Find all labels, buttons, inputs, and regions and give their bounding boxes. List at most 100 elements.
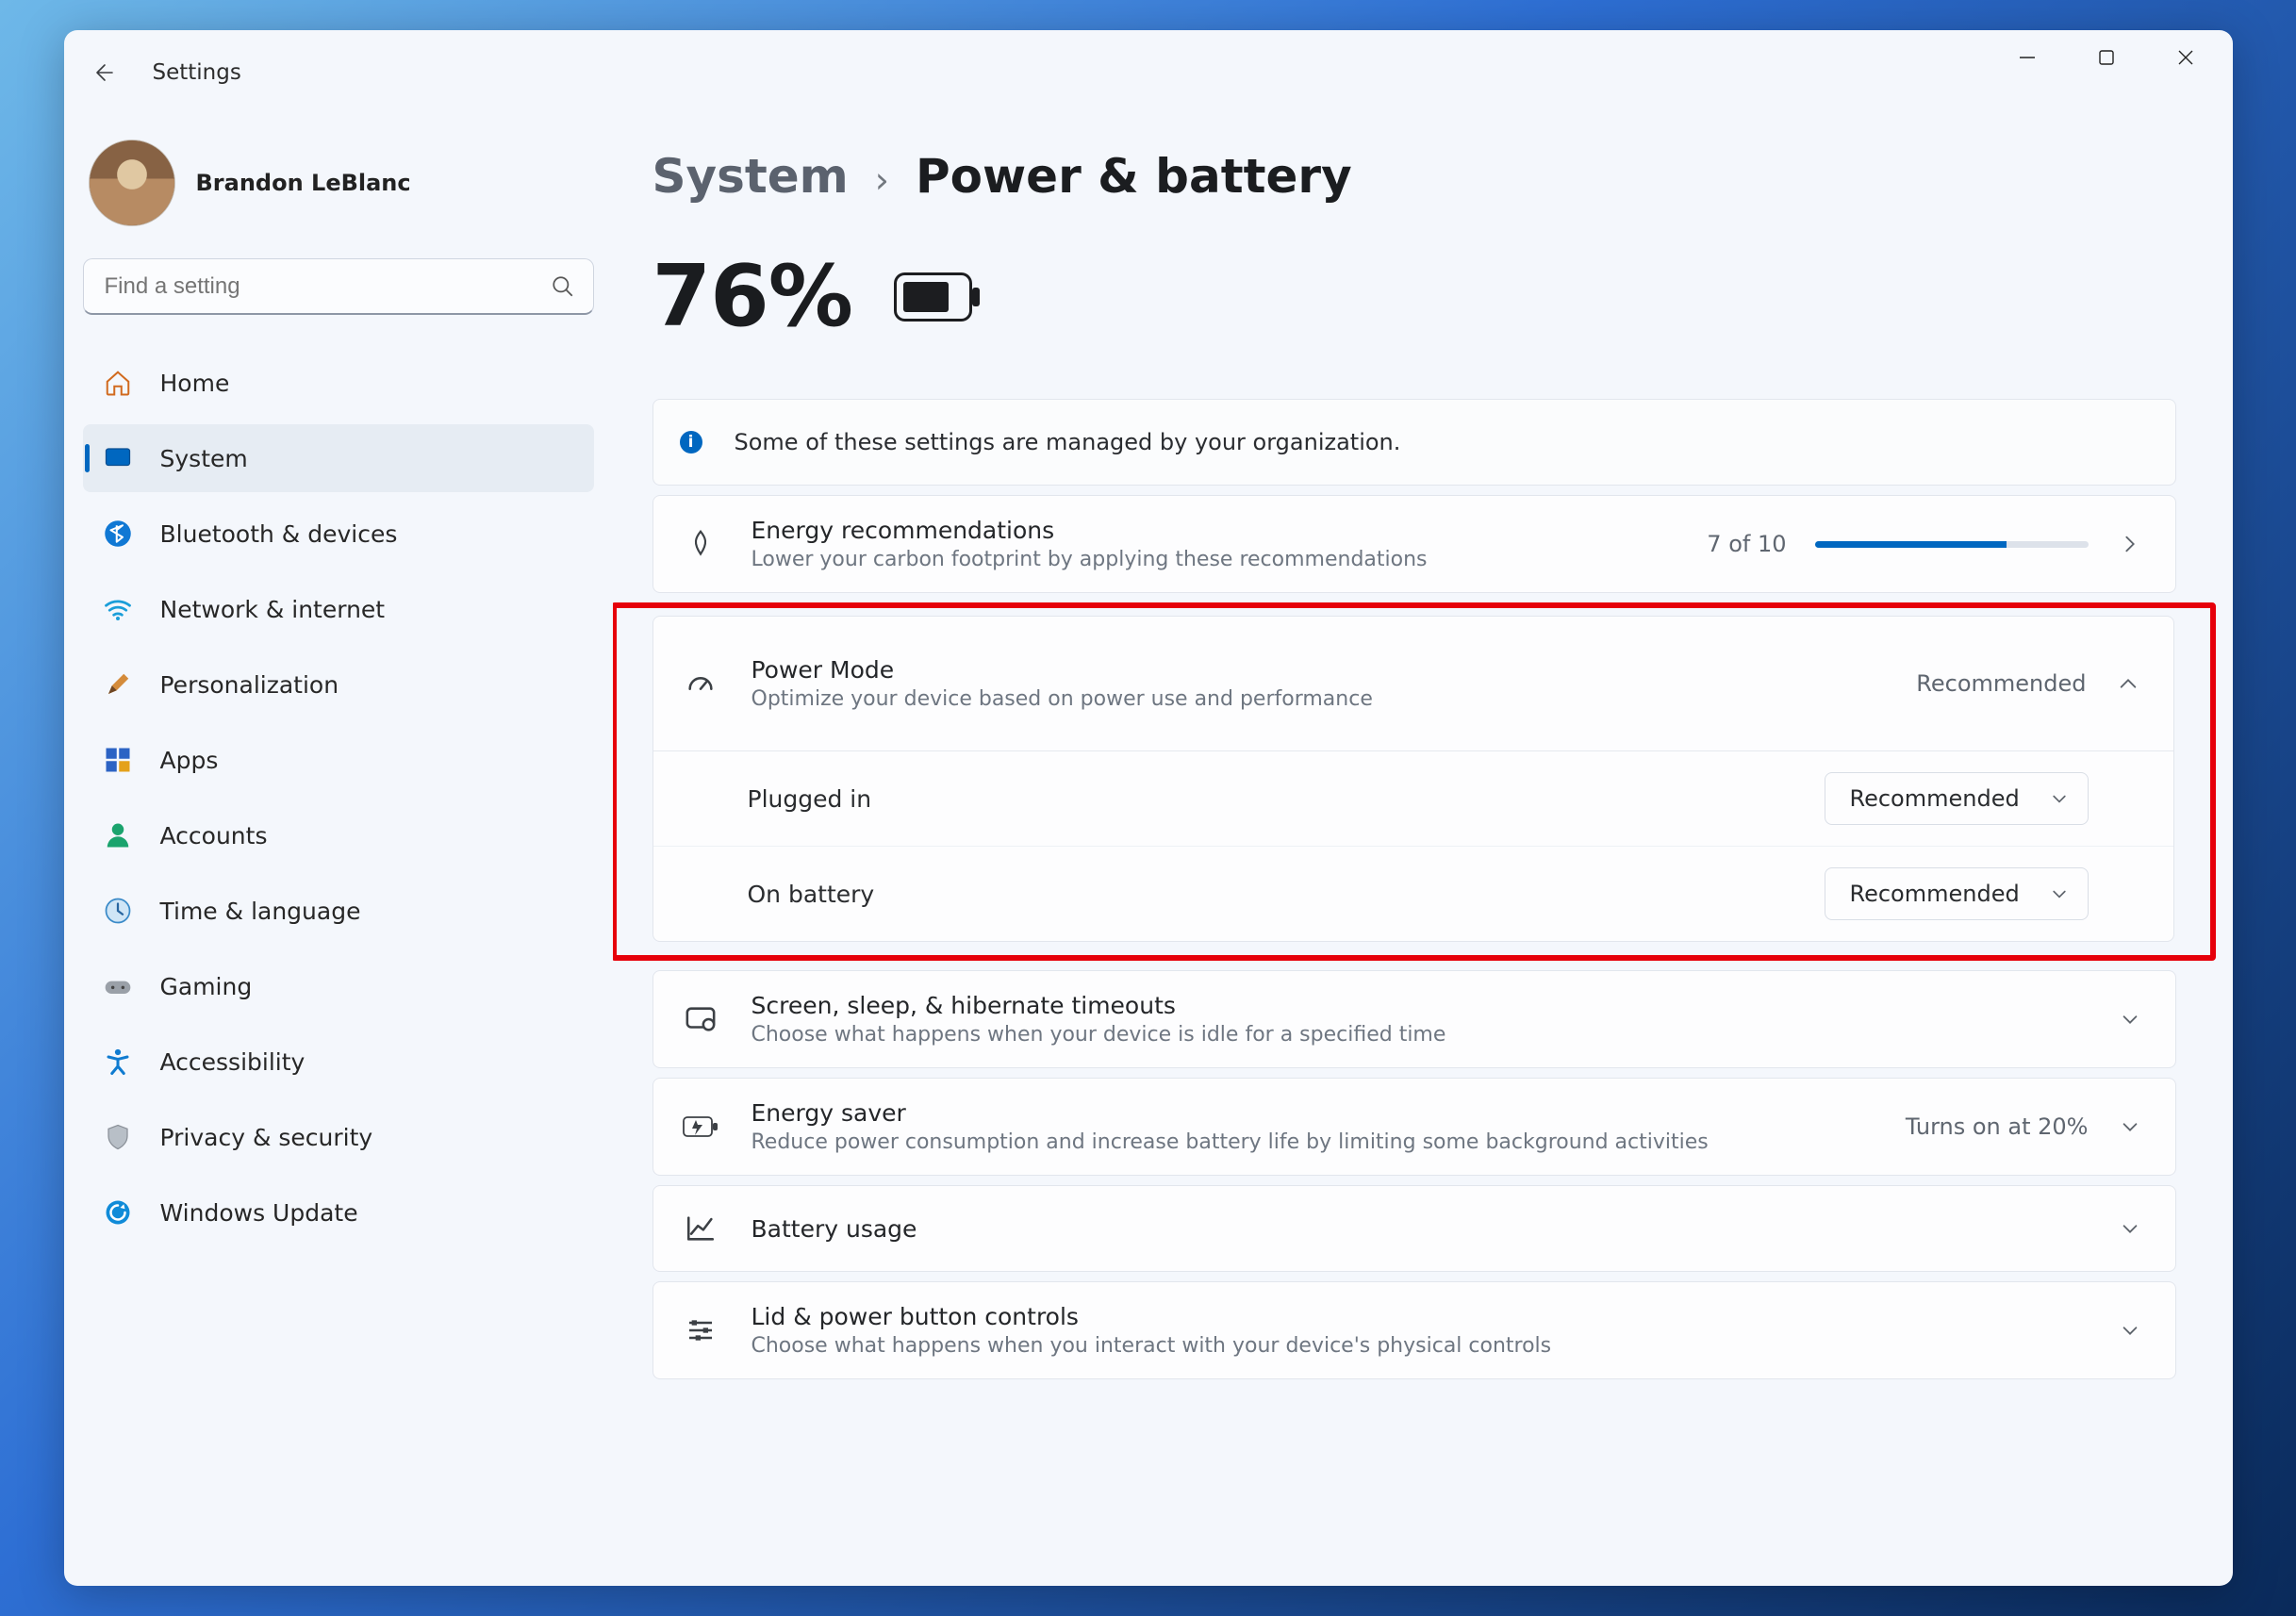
chart-icon (680, 1208, 721, 1249)
accessibility-icon (102, 1046, 134, 1078)
highlight-power-mode: Power Mode Optimize your device based on… (613, 602, 2216, 961)
maximize-button[interactable] (2067, 30, 2146, 85)
page-title: Power & battery (916, 149, 1352, 204)
account-block[interactable]: Brandon LeBlanc (83, 126, 594, 258)
chevron-right-icon (2117, 531, 2143, 557)
sidebar-item-label: Accounts (160, 822, 268, 849)
energy-recommendations-row[interactable]: Energy recommendations Lower your carbon… (652, 495, 2176, 593)
energy-saver-summary: Turns on at 20% (1906, 1113, 2089, 1140)
sidebar-item-time[interactable]: Time & language (83, 877, 594, 945)
gauge-icon (680, 663, 721, 704)
close-button[interactable] (2146, 30, 2225, 85)
battery-percent: 76% (652, 247, 852, 346)
lid-controls-row[interactable]: Lid & power button controls Choose what … (652, 1281, 2176, 1379)
chevron-down-icon (2117, 1006, 2143, 1032)
sidebar-item-update[interactable]: Windows Update (83, 1179, 594, 1246)
person-icon (102, 819, 134, 851)
row-desc: Choose what happens when your device is … (752, 1023, 2117, 1047)
sidebar-item-system[interactable]: System (83, 424, 594, 492)
power-mode-header[interactable]: Power Mode Optimize your device based on… (653, 617, 2173, 751)
plugged-in-value: Recommended (1850, 785, 2020, 812)
bluetooth-icon (102, 518, 134, 550)
info-icon: i (680, 431, 702, 453)
sidebar-item-gaming[interactable]: Gaming (83, 952, 594, 1020)
sidebar-item-label: Windows Update (160, 1199, 358, 1227)
row-title: Battery usage (752, 1215, 2117, 1243)
screen-sleep-row[interactable]: Screen, sleep, & hibernate timeouts Choo… (652, 970, 2176, 1068)
row-desc: Optimize your device based on power use … (752, 687, 1917, 711)
row-title: Power Mode (752, 656, 1917, 684)
chevron-down-icon (2117, 1215, 2143, 1242)
chevron-down-icon (2117, 1113, 2143, 1140)
on-battery-label: On battery (748, 881, 875, 908)
back-arrow-icon (93, 61, 116, 84)
chevron-right-icon: › (875, 159, 889, 201)
row-title: Screen, sleep, & hibernate timeouts (752, 992, 2117, 1019)
window-title: Settings (153, 60, 241, 85)
sidebar-item-label: Bluetooth & devices (160, 520, 398, 548)
nav: Home System Bluetooth & devices Network … (83, 349, 594, 1246)
battery-status: 76% (652, 247, 2176, 346)
on-battery-value: Recommended (1850, 881, 2020, 907)
sidebar-item-home[interactable]: Home (83, 349, 594, 417)
on-battery-row: On battery Recommended (653, 847, 2173, 941)
sidebar-item-label: Privacy & security (160, 1124, 373, 1151)
sidebar-item-label: Apps (160, 747, 219, 774)
row-desc: Choose what happens when you interact wi… (752, 1334, 2117, 1358)
power-mode-row: Power Mode Optimize your device based on… (652, 616, 2174, 942)
row-desc: Reduce power consumption and increase ba… (752, 1130, 1906, 1154)
sidebar-item-label: System (160, 445, 248, 472)
org-managed-banner: i Some of these settings are managed by … (652, 399, 2176, 486)
sidebar-item-label: Gaming (160, 973, 253, 1000)
window-controls (1988, 30, 2225, 85)
minimize-icon (2018, 48, 2037, 67)
back-button[interactable] (91, 58, 119, 87)
energy-saver-row[interactable]: Energy saver Reduce power consumption an… (652, 1078, 2176, 1176)
sidebar-item-accessibility[interactable]: Accessibility (83, 1028, 594, 1096)
sidebar-item-label: Accessibility (160, 1048, 306, 1076)
search-input[interactable] (83, 258, 594, 315)
battery-icon (894, 272, 981, 322)
row-title: Energy recommendations (752, 517, 1708, 544)
battery-usage-row[interactable]: Battery usage (652, 1185, 2176, 1272)
chevron-up-icon (2115, 670, 2141, 697)
sidebar-item-label: Network & internet (160, 596, 386, 623)
plugged-in-dropdown[interactable]: Recommended (1825, 772, 2089, 825)
battery-saver-icon (680, 1106, 721, 1147)
screen-icon (680, 998, 721, 1040)
row-title: Energy saver (752, 1099, 1906, 1127)
sidebar-item-privacy[interactable]: Privacy & security (83, 1103, 594, 1171)
sidebar-item-personalization[interactable]: Personalization (83, 651, 594, 718)
plugged-in-label: Plugged in (748, 785, 872, 813)
clock-icon (102, 895, 134, 927)
plugged-in-row: Plugged in Recommended (653, 751, 2173, 847)
chevron-down-icon (2050, 884, 2069, 903)
energy-score: 7 of 10 (1707, 531, 1786, 557)
chevron-down-icon (2050, 789, 2069, 808)
breadcrumb-root[interactable]: System (652, 149, 849, 204)
home-icon (102, 367, 134, 399)
sidebar: Brandon LeBlanc Home System (64, 115, 613, 1586)
energy-progress (1815, 541, 2089, 548)
chevron-down-icon (2117, 1317, 2143, 1344)
search-box (83, 258, 594, 315)
maximize-icon (2098, 49, 2115, 66)
sidebar-item-bluetooth[interactable]: Bluetooth & devices (83, 500, 594, 568)
sliders-icon (680, 1310, 721, 1351)
title-bar: Settings (64, 30, 2233, 115)
breadcrumb: System › Power & battery (652, 149, 2176, 204)
sidebar-item-label: Home (160, 370, 230, 397)
close-icon (2176, 48, 2195, 67)
power-mode-summary: Recommended (1916, 670, 2086, 697)
avatar (89, 140, 175, 226)
minimize-button[interactable] (1988, 30, 2067, 85)
wifi-icon (102, 593, 134, 625)
sidebar-item-apps[interactable]: Apps (83, 726, 594, 794)
info-text: Some of these settings are managed by yo… (735, 429, 1401, 455)
sidebar-item-label: Personalization (160, 671, 339, 699)
gamepad-icon (102, 970, 134, 1002)
on-battery-dropdown[interactable]: Recommended (1825, 867, 2089, 920)
account-name: Brandon LeBlanc (196, 170, 411, 196)
sidebar-item-accounts[interactable]: Accounts (83, 801, 594, 869)
sidebar-item-network[interactable]: Network & internet (83, 575, 594, 643)
